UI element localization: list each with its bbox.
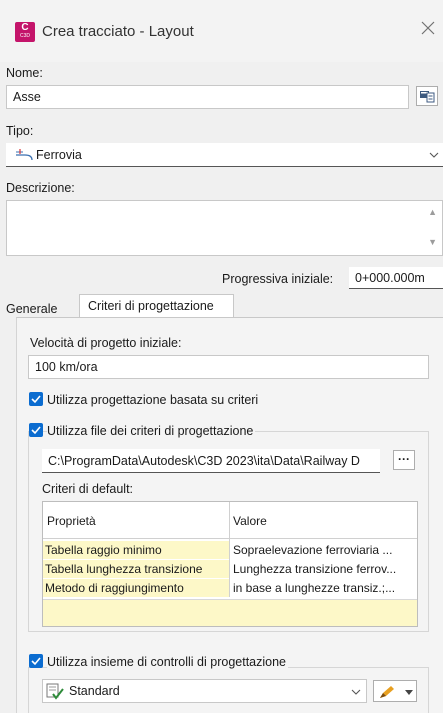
edit-pencil-icon [380, 686, 394, 698]
nome-value: Asse [13, 90, 41, 104]
tab-generale[interactable]: Generale [6, 302, 57, 316]
file-criteri-checkbox[interactable] [29, 423, 43, 437]
chevron-down-icon [429, 152, 439, 158]
tipo-label: Tipo: [6, 124, 34, 138]
table-header: Proprietà Valore [43, 502, 417, 539]
row-proprieta: Tabella raggio minimo [45, 543, 162, 557]
close-icon[interactable] [419, 20, 437, 40]
edit-controls-button[interactable] [373, 680, 417, 702]
scroll-down-icon[interactable]: ▼ [428, 237, 437, 247]
criteri-default-label: Criteri di default: [42, 482, 134, 496]
insieme-controlli-label: Utilizza insieme di controlli di progett… [47, 655, 289, 669]
row-valore: in base a lunghezze transiz.;... [233, 581, 396, 595]
file-path-value: C:\ProgramData\Autodesk\C3D 2023\ita\Dat… [48, 453, 360, 468]
basata-criteri-checkbox[interactable] [29, 392, 43, 406]
nome-input[interactable]: Asse [6, 85, 409, 109]
table-cell-valore[interactable]: in base a lunghezze transiz.;... [230, 579, 417, 597]
column-header-valore[interactable]: Valore [233, 514, 267, 528]
checkmark-icon [31, 657, 41, 666]
progressiva-label: Progressiva iniziale: [222, 272, 334, 286]
table-row[interactable]: Metodo di raggiungimento [43, 579, 229, 597]
column-header-proprieta[interactable]: Proprietà [47, 514, 96, 528]
chevron-down-icon [351, 689, 361, 695]
pick-name-button[interactable] [416, 86, 438, 106]
window-title: Crea tracciato - Layout [42, 23, 194, 40]
descrizione-label: Descrizione: [6, 181, 75, 195]
table-row[interactable]: Tabella raggio minimo [43, 541, 229, 559]
basata-criteri-label: Utilizza progettazione basata su criteri [47, 393, 259, 407]
file-criteri-label: Utilizza file dei criteri di progettazio… [47, 424, 256, 438]
controlli-dropdown[interactable]: Standard [42, 679, 367, 703]
tipo-value: Ferrovia [36, 147, 82, 162]
tipo-dropdown[interactable]: Ferrovia [6, 143, 443, 167]
tab-criteri-label: Criteri di progettazione [88, 299, 214, 313]
controlli-value: Standard [69, 684, 120, 698]
checkmark-icon [31, 426, 41, 435]
table-empty-row [43, 599, 417, 626]
velocita-label: Velocità di progetto iniziale: [30, 336, 182, 350]
chevron-down-icon [405, 690, 413, 695]
criteri-default-table: Proprietà Valore Tabella raggio minimo S… [42, 501, 418, 627]
nome-label: Nome: [6, 66, 43, 80]
browse-button[interactable]: ··· [393, 450, 415, 470]
table-cell-valore[interactable]: Sopraelevazione ferroviaria ... [230, 541, 417, 559]
row-proprieta: Metodo di raggiungimento [45, 581, 184, 595]
tab-criteri-progettazione[interactable]: Criteri di progettazione [79, 294, 234, 318]
checkmark-icon [31, 395, 41, 404]
design-check-set-icon [46, 683, 64, 700]
velocita-value: 100 km/ora [35, 360, 98, 374]
velocita-input[interactable]: 100 km/ora [28, 355, 429, 379]
railway-alignment-icon [16, 149, 33, 161]
civil3d-app-icon: C C3D [15, 22, 35, 42]
row-valore: Lunghezza transizione ferrov... [233, 562, 397, 576]
table-cell-valore[interactable]: Lunghezza transizione ferrov... [230, 560, 417, 578]
scroll-up-icon[interactable]: ▲ [428, 207, 437, 217]
table-row[interactable]: Tabella lunghezza transizione [43, 560, 229, 578]
descrizione-textarea[interactable]: ▲ ▼ [6, 200, 443, 256]
progressiva-input[interactable]: 0+000.000m [349, 267, 443, 289]
name-template-icon [420, 91, 435, 103]
row-proprieta: Tabella lunghezza transizione [45, 562, 203, 576]
file-path-input[interactable]: C:\ProgramData\Autodesk\C3D 2023\ita\Dat… [42, 449, 380, 473]
row-valore: Sopraelevazione ferroviaria ... [233, 543, 393, 557]
progressiva-value: 0+000.000m [355, 270, 425, 285]
insieme-controlli-checkbox[interactable] [29, 654, 43, 668]
